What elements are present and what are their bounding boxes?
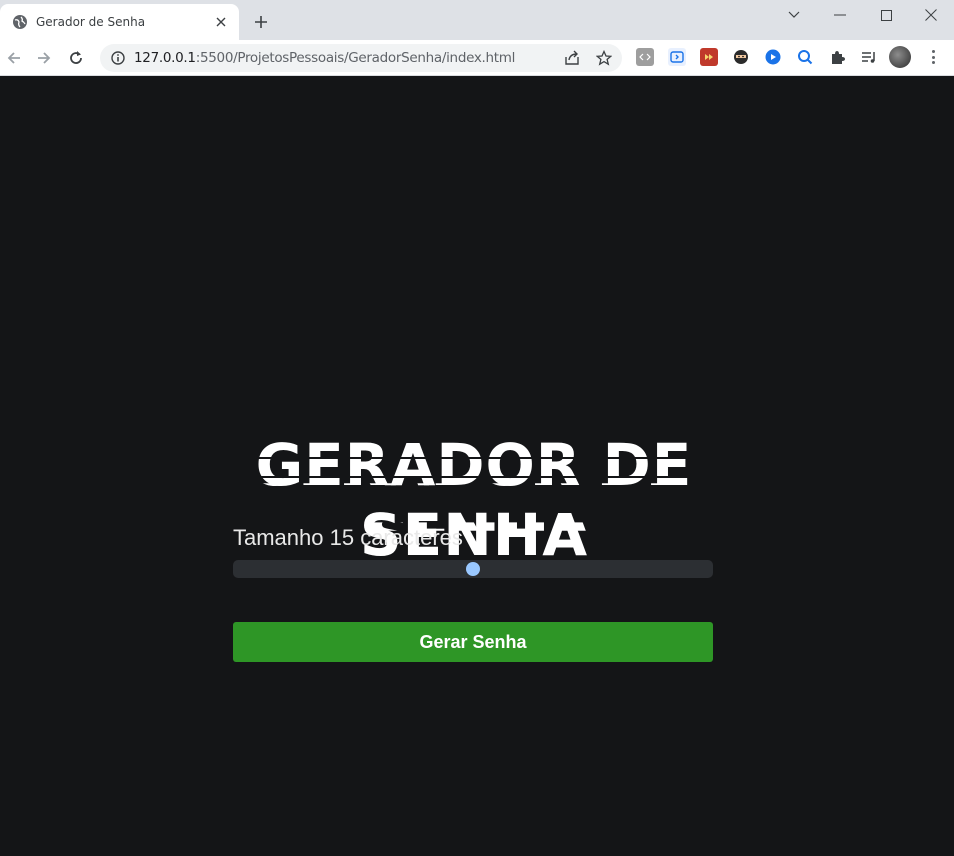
plus-icon[interactable] xyxy=(250,11,272,33)
globe-icon xyxy=(12,14,28,30)
page-title: GERADOR DE SENHA GERADOR DE SENHA GERADO… xyxy=(140,430,808,569)
browser-titlebar: Gerador de Senha xyxy=(0,0,954,40)
media-control-icon[interactable] xyxy=(860,48,878,66)
maximize-icon[interactable] xyxy=(863,0,909,30)
page-content: GERADOR DE SENHA GERADOR DE SENHA GERADO… xyxy=(0,77,954,856)
search-extension-icon[interactable] xyxy=(796,48,814,66)
url-host: 127.0.0.1 xyxy=(134,50,196,66)
arrow-right-icon[interactable] xyxy=(32,46,56,70)
generate-password-button[interactable]: Gerar Senha xyxy=(233,622,713,662)
browser-tab[interactable]: Gerador de Senha xyxy=(0,4,239,40)
close-icon[interactable] xyxy=(213,14,229,30)
close-window-icon[interactable] xyxy=(908,0,954,30)
puzzle-icon[interactable] xyxy=(828,48,846,66)
avatar[interactable] xyxy=(889,46,911,68)
bracket-extension-icon[interactable] xyxy=(668,48,686,66)
media-extension-icon[interactable] xyxy=(700,48,718,66)
glitch-stripe xyxy=(160,476,780,478)
star-icon[interactable] xyxy=(596,50,612,66)
reload-icon[interactable] xyxy=(64,46,88,70)
glitch-stripe xyxy=(144,457,784,459)
kebab-menu-icon[interactable] xyxy=(925,47,941,67)
info-icon[interactable] xyxy=(110,50,126,66)
slider-thumb[interactable] xyxy=(466,562,480,576)
play-extension-icon[interactable] xyxy=(764,48,782,66)
url-path: :5500/ProjetosPessoais/GeradorSenha/inde… xyxy=(195,50,516,66)
ninja-extension-icon[interactable] xyxy=(732,48,750,66)
chevron-down-icon[interactable] xyxy=(771,0,817,30)
arrow-left-icon[interactable] xyxy=(2,46,26,70)
url-text: 127.0.0.1:5500/ProjetosPessoais/GeradorS… xyxy=(134,50,515,66)
minimize-icon[interactable] xyxy=(817,0,863,30)
length-slider[interactable] xyxy=(233,560,713,578)
length-label: Tamanho 15 caracteres xyxy=(233,525,463,550)
code-extension-icon[interactable] xyxy=(636,48,654,66)
address-bar[interactable]: 127.0.0.1:5500/ProjetosPessoais/GeradorS… xyxy=(100,44,622,72)
share-icon[interactable] xyxy=(564,50,580,66)
tab-title: Gerador de Senha xyxy=(36,15,146,29)
